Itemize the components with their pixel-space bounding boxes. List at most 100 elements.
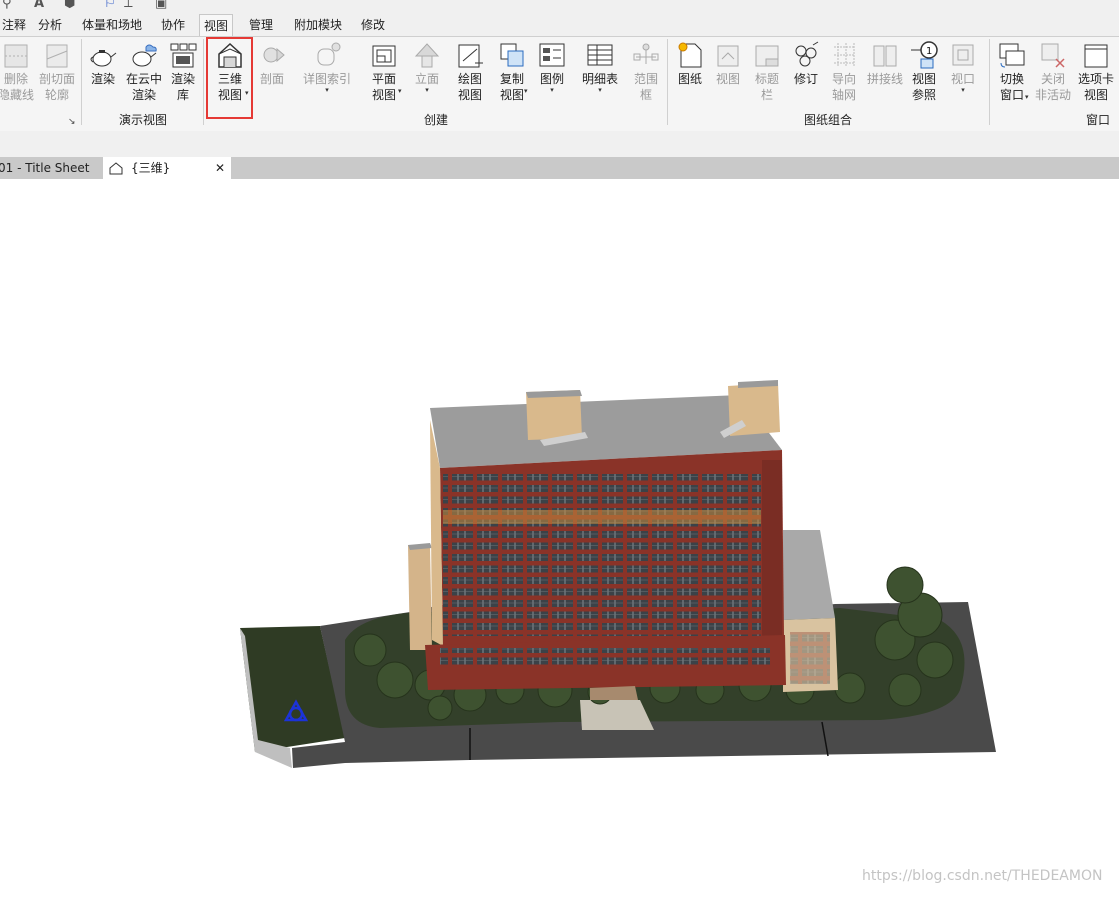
house-3d-icon	[109, 162, 123, 175]
tab-views-button[interactable]: 选项卡 视图	[1074, 39, 1118, 103]
callout-label: 详图索引	[302, 72, 351, 86]
elevation-button[interactable]: 立面 ▾	[410, 39, 444, 94]
tab-title-sheet[interactable]: 01 - Title Sheet	[0, 157, 102, 179]
highlight-frame	[206, 37, 253, 119]
scope-box-button[interactable]: 范围 框	[630, 39, 662, 103]
legends-dropdown-icon: ▾	[550, 86, 554, 94]
building-model[interactable]	[0, 179, 1119, 895]
sheet-button[interactable]: 图纸	[674, 39, 706, 87]
render-gallery-icon	[170, 43, 197, 68]
teapot-icon	[90, 50, 117, 67]
windows-group-label: 窗口	[1085, 113, 1110, 127]
text-icon[interactable]: A	[34, 0, 44, 11]
drafting-view-button[interactable]: 绘图 视图	[452, 39, 488, 103]
section-label: 剖面	[259, 72, 284, 86]
group-separator	[203, 39, 204, 125]
remove-hidden-lines-label: 删除 隐藏线	[0, 72, 35, 102]
ribbon-panel: 删除 隐藏线 剖切面 轮廓 ↘ 渲染 在云中 渲染 渲染 库 演示视图 三维 视…	[0, 36, 1119, 132]
legends-label: 图例	[539, 72, 564, 86]
tag-icon[interactable]: ⚐	[104, 0, 116, 11]
dialog-launcher-icon[interactable]: ↘	[68, 117, 76, 127]
legend-icon	[539, 43, 565, 67]
switch-windows-icon	[999, 43, 1025, 68]
duplicate-view-dropdown-icon[interactable]: ▾	[524, 87, 528, 95]
3d-viewport[interactable]	[0, 179, 1119, 895]
tab-add-ins[interactable]: 附加模块	[290, 14, 346, 36]
title-block-button[interactable]: 标题 栏	[750, 39, 784, 103]
revisions-button[interactable]: 修订	[790, 39, 822, 87]
group-separator	[81, 39, 82, 125]
section-button[interactable]: 剖面	[256, 39, 288, 87]
remove-hidden-lines-button[interactable]: 删除 隐藏线	[0, 39, 34, 103]
cloud-render-icon	[132, 44, 157, 67]
scope-box-label: 范围 框	[633, 72, 658, 102]
tab-view[interactable]: 视图	[199, 14, 234, 37]
drafting-view-icon	[458, 44, 483, 68]
sheet-icon	[678, 42, 702, 68]
render-in-cloud-label: 在云中 渲染	[125, 72, 162, 102]
quick-access-toolbar: ⚲ A ⬢ ⚐ ⟂ ▣	[0, 0, 1119, 14]
guide-grid-button[interactable]: 导向 轴网	[828, 39, 860, 103]
place-view-button[interactable]: 视图	[712, 39, 744, 87]
callout-icon	[317, 42, 341, 66]
tab-manage[interactable]: 管理	[245, 14, 277, 36]
main-tower	[425, 395, 786, 700]
presentation-group-label: 演示视图	[118, 113, 167, 127]
tab-analyze[interactable]: 分析	[34, 14, 66, 36]
ribbon-tab-bar: 注释 分析 体量和场地 协作 视图 管理 附加模块 修改	[0, 14, 1119, 37]
schedules-button[interactable]: 明细表 ▾	[578, 39, 622, 94]
render-gallery-button[interactable]: 渲染 库	[166, 39, 200, 103]
dimension-icon[interactable]: ⟂	[124, 0, 133, 11]
tab-title-sheet-label: 01 - Title Sheet	[0, 161, 90, 175]
callout-button[interactable]: 详图索引 ▾	[298, 39, 356, 94]
legends-button[interactable]: 图例 ▾	[536, 39, 568, 94]
document-tab-bar: 01 - Title Sheet {三维} ✕	[0, 157, 1119, 179]
tab-annotate[interactable]: 注释	[0, 14, 30, 36]
render-gallery-label: 渲染 库	[170, 72, 195, 102]
cut-profile-label: 剖切面 轮廓	[38, 72, 75, 102]
close-icon[interactable]: ✕	[215, 157, 225, 179]
guide-grid-icon	[834, 43, 855, 67]
group-separator	[989, 39, 990, 125]
plan-views-dropdown-icon[interactable]: ▾	[398, 87, 402, 95]
sheet-label: 图纸	[677, 72, 702, 86]
tab-3d-view[interactable]: {三维} ✕	[103, 157, 231, 179]
remove-hidden-lines-icon	[4, 44, 28, 68]
place-view-label: 视图	[715, 72, 740, 86]
guide-grid-label: 导向 轴网	[831, 72, 856, 102]
3d-icon[interactable]: ⬢	[64, 0, 75, 11]
render-in-cloud-button[interactable]: 在云中 渲染	[124, 39, 164, 103]
viewport-icon	[952, 44, 974, 66]
switch-windows-dropdown-icon[interactable]: ▾	[1025, 93, 1029, 101]
plan-view-icon	[372, 45, 396, 67]
schedules-dropdown-icon: ▾	[598, 86, 602, 94]
elevation-icon	[414, 43, 440, 68]
title-block-label: 标题 栏	[754, 72, 779, 102]
tab-3d-view-label: {三维}	[131, 161, 171, 175]
create-group-label: 创建	[423, 113, 448, 127]
cut-profile-button[interactable]: 剖切面 轮廓	[38, 39, 76, 103]
tab-collaborate[interactable]: 协作	[157, 14, 189, 36]
view-reference-icon: 1	[911, 41, 938, 69]
viewports-button[interactable]: 视口 ▾	[946, 39, 980, 94]
cut-profile-icon	[46, 44, 68, 68]
measure-icon[interactable]: ⚲	[2, 0, 12, 11]
watermark-text: https://blog.csdn.net/THEDEAMON	[862, 868, 1103, 884]
plan-views-button[interactable]: 平面 视图	[366, 39, 402, 103]
view-reference-button[interactable]: 1 视图 参照	[906, 39, 942, 103]
render-label: 渲染	[90, 72, 115, 86]
tab-modify[interactable]: 修改	[357, 14, 389, 36]
elevation-dropdown-icon: ▾	[425, 86, 429, 94]
scope-box-icon	[633, 43, 659, 64]
section-icon	[263, 47, 285, 63]
render-button[interactable]: 渲染	[86, 39, 120, 87]
close-inactive-icon	[1041, 43, 1065, 68]
tab-massing-site[interactable]: 体量和场地	[78, 14, 146, 36]
title-block-icon	[755, 45, 779, 67]
close-inactive-button[interactable]: 关闭 非活动	[1034, 39, 1072, 103]
schedules-label: 明细表	[581, 72, 618, 86]
viewports-dropdown-icon: ▾	[961, 86, 965, 94]
matchline-button[interactable]: 拼接线	[864, 39, 906, 87]
windows-icon[interactable]: ▣	[155, 0, 167, 11]
revision-cloud-icon	[795, 41, 819, 67]
